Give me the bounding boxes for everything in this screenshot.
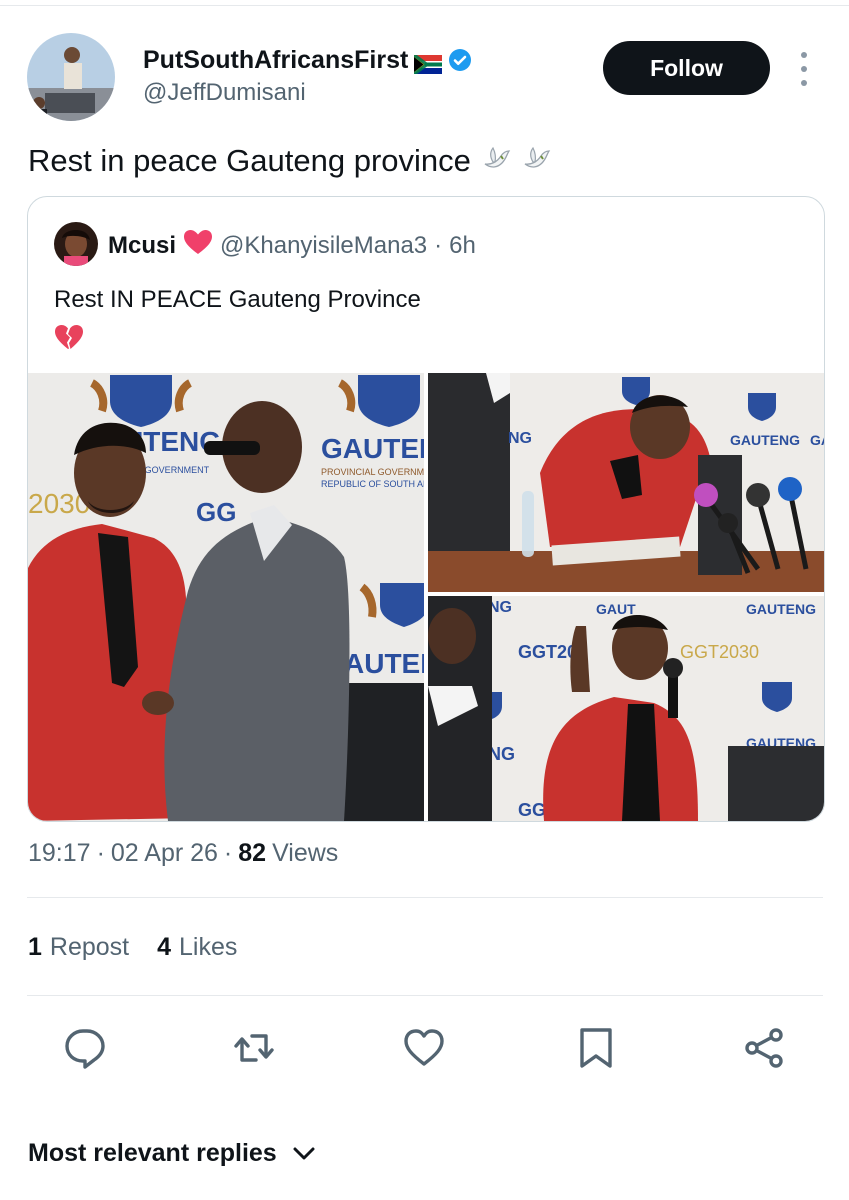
like-icon[interactable] bbox=[402, 1026, 446, 1070]
quote-author-handle[interactable]: @KhanyisileMana3 bbox=[220, 232, 427, 260]
quote-text: Rest IN PEACE Gauteng Province bbox=[54, 286, 421, 313]
quote-author-name[interactable]: Mcusi bbox=[108, 232, 176, 260]
quote-separator: · bbox=[434, 231, 443, 259]
backdrop-subtext: REPUBLIC OF SOUTH AFRICA bbox=[321, 479, 424, 489]
backdrop-text: NG bbox=[508, 430, 532, 447]
photo-oath[interactable]: UTENG GAUT GAUTENG GGT20 GGT2030 GAUTENG… bbox=[428, 596, 824, 821]
quote-author-avatar[interactable] bbox=[54, 222, 98, 266]
bookmark-icon[interactable] bbox=[574, 1026, 618, 1070]
author-block: PutSouthAfricansFirst @JeffDumisani bbox=[143, 45, 472, 107]
meta-separator: · bbox=[96, 839, 105, 867]
author-name[interactable]: PutSouthAfricansFirst bbox=[143, 45, 408, 75]
quote-header: Mcusi @KhanyisileMana3 · 6h bbox=[108, 229, 476, 262]
dove-emoji-icon bbox=[521, 144, 551, 178]
reposts-count: 1 bbox=[28, 933, 42, 961]
repost-icon[interactable] bbox=[232, 1026, 276, 1070]
chevron-down-icon bbox=[293, 1139, 315, 1168]
backdrop-text: GAUTENG bbox=[730, 432, 800, 448]
heart-emoji-icon bbox=[183, 229, 213, 262]
meta-separator: · bbox=[223, 839, 233, 867]
share-icon[interactable] bbox=[742, 1026, 786, 1070]
broken-heart-emoji-icon bbox=[54, 323, 84, 351]
backdrop-text: GGT2030 bbox=[680, 642, 759, 662]
replies-sort-label: Most relevant replies bbox=[28, 1139, 277, 1167]
likes-label: Likes bbox=[179, 933, 238, 961]
author-avatar[interactable] bbox=[27, 33, 115, 121]
views-label: Views bbox=[272, 839, 339, 867]
more-options-icon[interactable] bbox=[793, 52, 815, 86]
backdrop-text: GAUT bbox=[810, 432, 824, 448]
backdrop-text: GAUTEN bbox=[321, 433, 424, 464]
backdrop-text: GAUTENG bbox=[746, 601, 816, 617]
backdrop-text: GG bbox=[196, 497, 236, 527]
quote-time[interactable]: 6h bbox=[449, 232, 476, 260]
reply-icon[interactable] bbox=[63, 1026, 107, 1070]
views-count: 82 bbox=[238, 839, 267, 867]
backdrop-text: GAUT bbox=[596, 601, 636, 617]
tweet-meta: 19:17 · 02 Apr 26 · 82 Views bbox=[28, 839, 338, 868]
author-handle[interactable]: @JeffDumisani bbox=[143, 79, 472, 107]
backdrop-text: AUTEN bbox=[344, 648, 424, 679]
photo-signing[interactable]: NG GAUTENG GAUT bbox=[428, 373, 824, 592]
tweet-body: Rest in peace Gauteng province bbox=[28, 141, 551, 181]
tweet-date[interactable]: 02 Apr 26 bbox=[111, 839, 218, 868]
backdrop-subtext: PROVINCIAL GOVERNMENT bbox=[321, 467, 424, 477]
likes-count: 4 bbox=[157, 933, 172, 961]
likes-stat[interactable]: 4 Likes bbox=[157, 933, 237, 962]
reposts-stat[interactable]: 1 Repost bbox=[28, 933, 129, 962]
quoted-tweet[interactable]: Mcusi @KhanyisileMana3 · 6h Rest IN PEAC… bbox=[27, 196, 825, 822]
verified-badge-icon bbox=[448, 48, 472, 72]
divider bbox=[27, 995, 823, 996]
tweet-text: Rest in peace Gauteng province bbox=[28, 143, 471, 178]
engagement-stats: 1 Repost 4 Likes bbox=[28, 933, 237, 962]
reposts-label: Repost bbox=[49, 933, 130, 961]
media-grid: UTENG PROVINCIAL GOVERNMENT GAUTEN PROVI… bbox=[28, 373, 824, 821]
dove-emoji-icon bbox=[481, 144, 511, 178]
south-africa-flag-icon bbox=[414, 51, 443, 74]
divider bbox=[27, 897, 823, 898]
backdrop-text: GGT20 bbox=[518, 642, 577, 662]
tweet-time[interactable]: 19:17 bbox=[28, 839, 91, 868]
follow-button[interactable]: Follow bbox=[603, 41, 770, 95]
replies-sort-button[interactable]: Most relevant replies bbox=[28, 1139, 315, 1168]
photo-handshake[interactable]: UTENG PROVINCIAL GOVERNMENT GAUTEN PROVI… bbox=[28, 373, 424, 821]
top-divider bbox=[0, 0, 849, 6]
